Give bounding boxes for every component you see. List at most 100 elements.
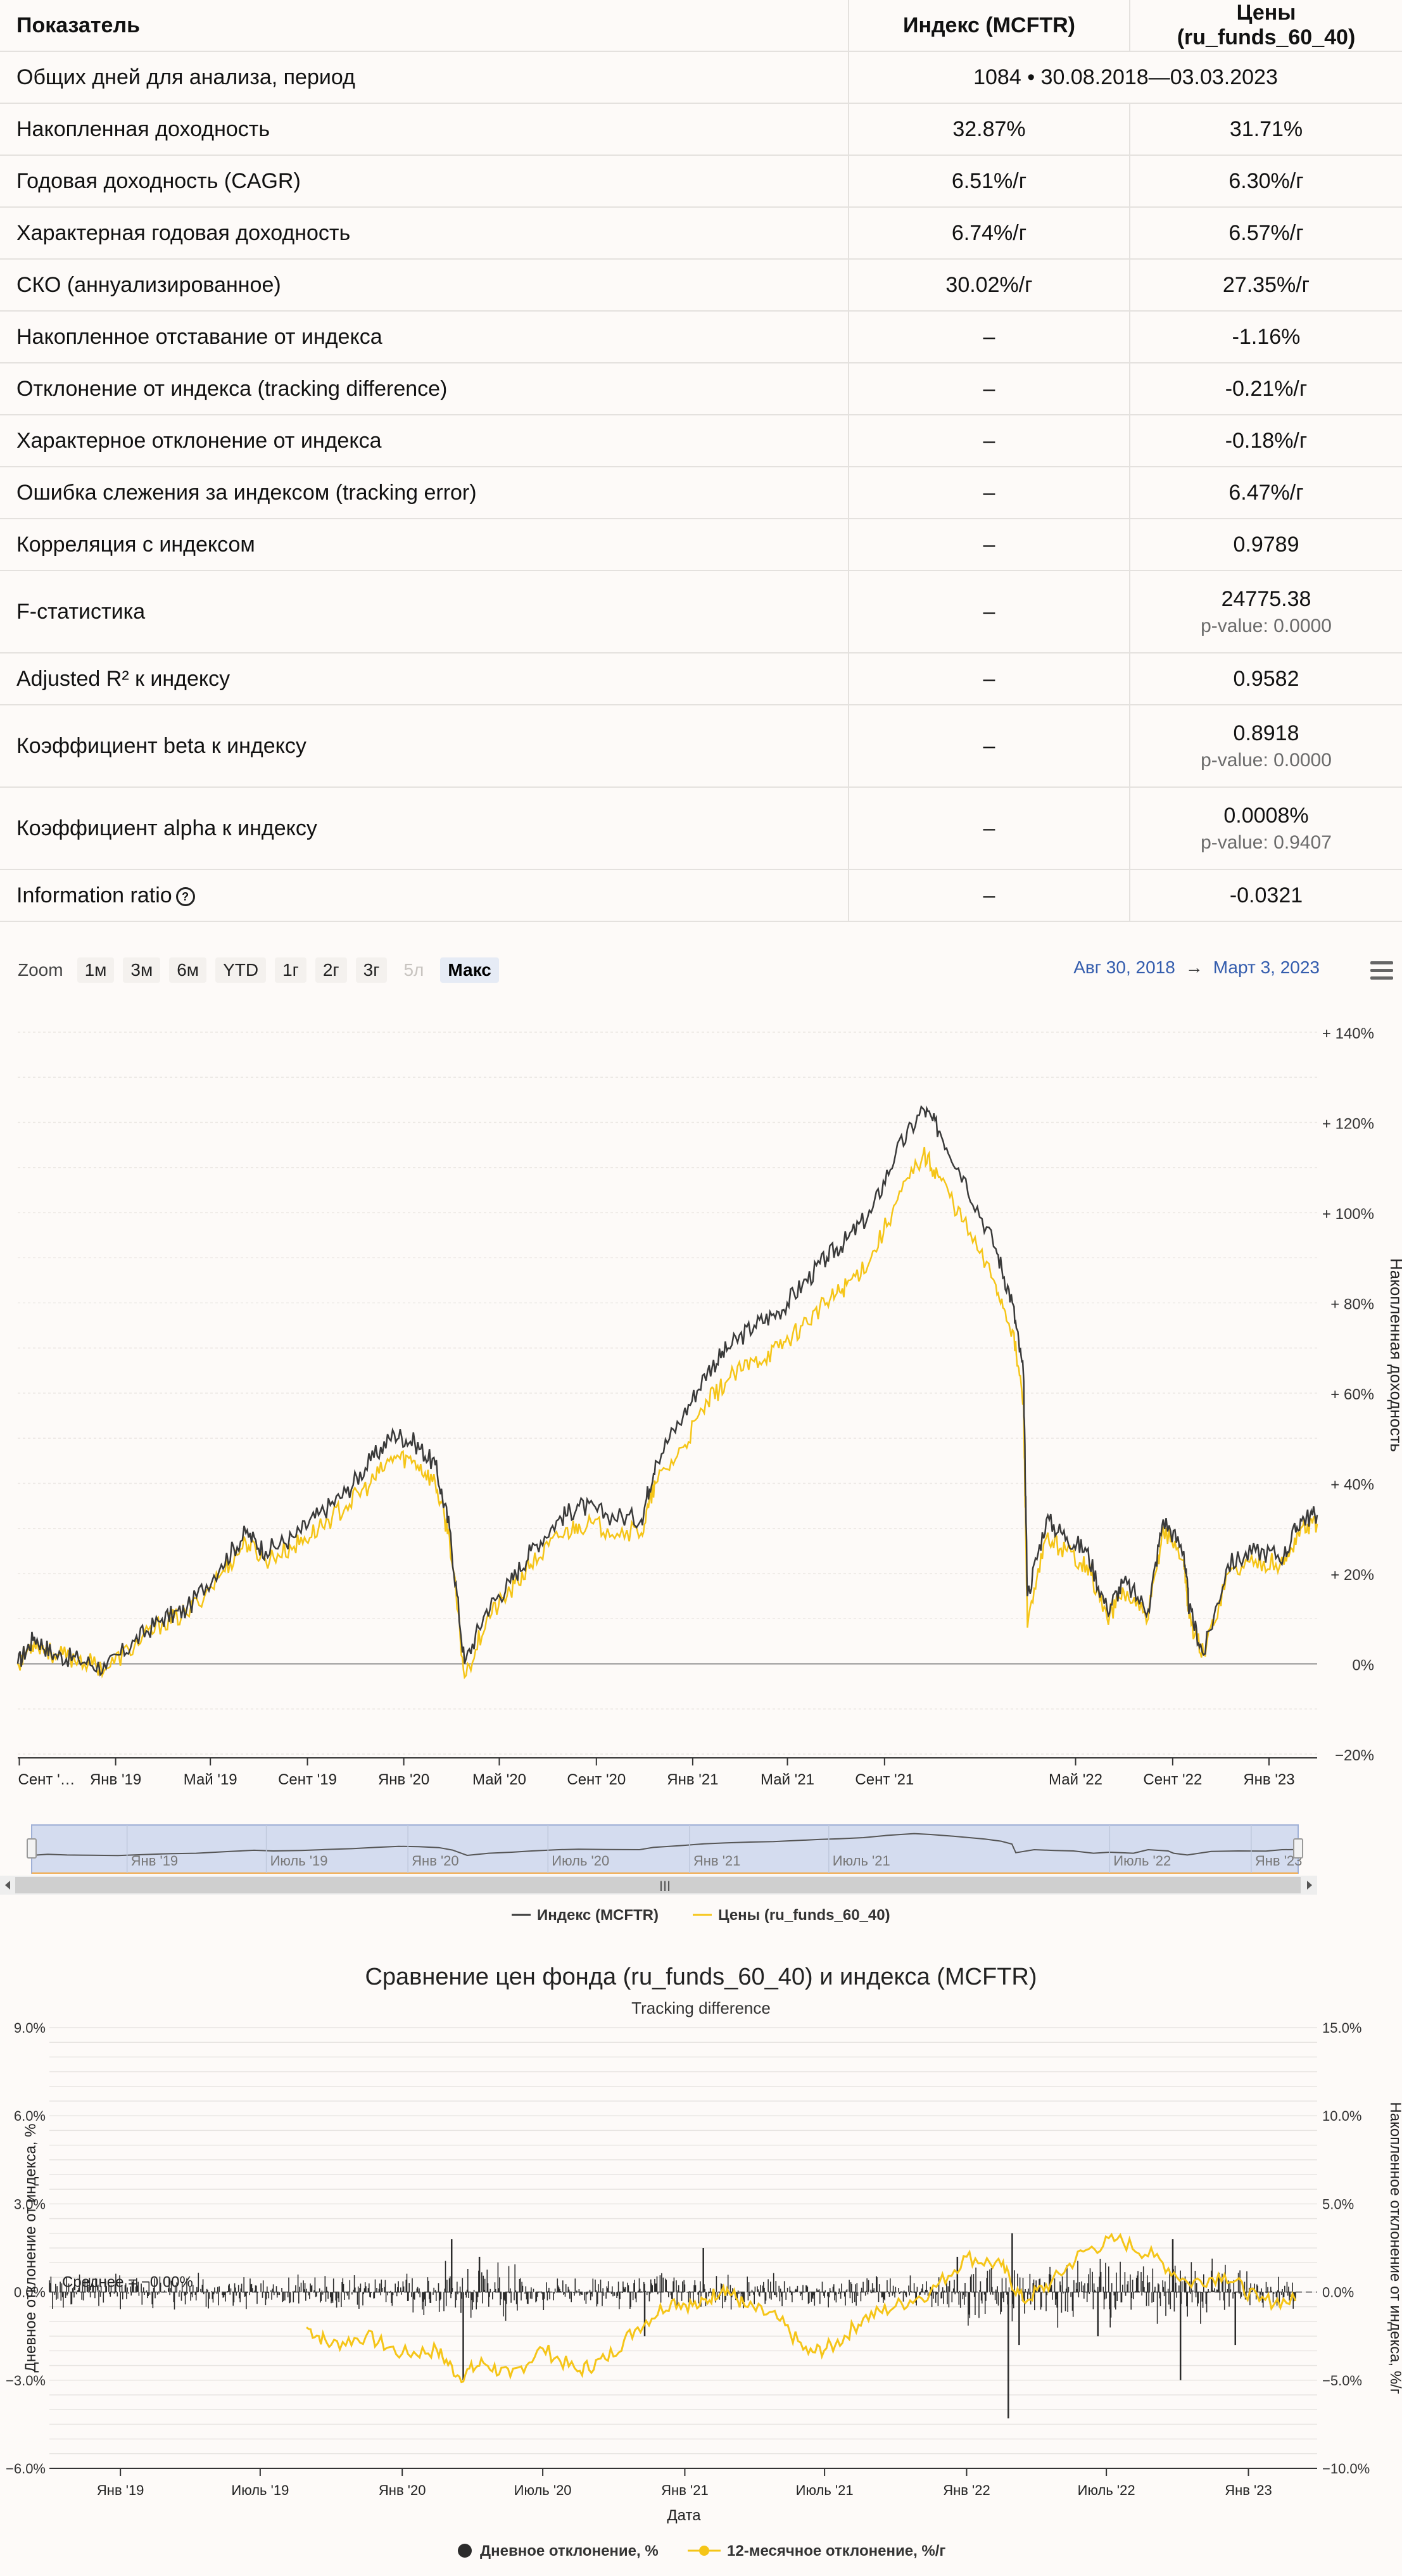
y-right-tick-label: 5.0%: [1322, 2196, 1354, 2212]
x-tick-label: Май '20: [472, 1771, 526, 1788]
y-right-tick-label: 10.0%: [1322, 2108, 1361, 2124]
index-value: –: [848, 311, 1130, 363]
legend-fund-label[interactable]: Цены (ru_funds_60_40): [718, 1907, 890, 1924]
x-tick-label: Сент '…: [18, 1771, 75, 1788]
navigator-label: Июль '21: [833, 1853, 890, 1869]
rolling-deviation-line: [306, 2232, 1297, 2383]
range-from-input[interactable]: Авг 30, 2018: [1073, 957, 1175, 977]
row-label-text: Коэффициент beta к индексу: [16, 733, 306, 758]
x-tick-label: Сент '22: [1143, 1771, 1202, 1788]
tracking-difference-chart: Сравнение цен фонда (ru_funds_60_40) и и…: [6, 1964, 1402, 2560]
table-row: Накопленное отставание от индекса – -1.16%: [0, 311, 1402, 363]
table-header-row: Показатель Индекс (MCFTR) Цены (ru_funds…: [0, 0, 1402, 52]
x-tick-label: Янв '22: [943, 2482, 990, 2498]
index-value: –: [848, 519, 1130, 571]
row-label: Корреляция с индексом: [0, 519, 849, 571]
fund-value: 6.30%/г: [1129, 155, 1402, 208]
fund-value-text: 24775.38: [1221, 586, 1311, 611]
fund-value: 0.9582: [1129, 653, 1402, 705]
x-tick-label: Янв '21: [661, 2482, 709, 2498]
fund-value-text: 0.9582: [1233, 666, 1299, 691]
index-value: –: [848, 363, 1130, 415]
legend-index-label[interactable]: Индекс (MCFTR): [537, 1907, 659, 1924]
scrollbar-grip-label: III: [659, 1878, 671, 1894]
fund-value: 31.71%: [1129, 103, 1402, 156]
table-row: Характерное отклонение от индекса – -0.18%…: [0, 415, 1402, 467]
fund-value-text: 6.47%/г: [1228, 480, 1304, 505]
zoom-button[interactable]: Макс: [440, 957, 499, 983]
y-left-axis-title: Дневное отклонение от индекса, %: [22, 2124, 39, 2373]
index-value: –: [848, 653, 1130, 705]
index-value: 32.87%: [848, 103, 1130, 156]
x-tick-label: Янв '20: [378, 1771, 429, 1788]
row-label: Information ratio?: [0, 869, 849, 922]
index-value: –: [848, 571, 1130, 653]
row-label-text: Характерная годовая доходность: [16, 220, 351, 245]
scrollbar-thumb[interactable]: [15, 1877, 1301, 1893]
y-tick-label: + 140%: [1322, 1025, 1374, 1042]
p-value-text: p-value: 0.0000: [1201, 749, 1332, 771]
legend-rolling-label[interactable]: 12-месячное отклонение, %/г: [727, 2542, 945, 2560]
fund-value-text: 31.71%: [1229, 117, 1303, 141]
fund-value: 0.9789: [1129, 519, 1402, 571]
row-label: Накопленное отставание от индекса: [0, 311, 849, 363]
index-value: –: [848, 415, 1130, 467]
header-fund: Цены (ru_funds_60_40): [1129, 0, 1402, 52]
zoom-button[interactable]: 1г: [275, 957, 306, 983]
x-tick-label: Янв '23: [1225, 2482, 1272, 2498]
p-value-text: p-value: 0.9407: [1201, 831, 1332, 853]
navigator-left-handle[interactable]: [27, 1838, 37, 1859]
fund-value: 6.57%/г: [1129, 207, 1402, 260]
chart-subtitle: Tracking difference: [631, 1998, 771, 2017]
range-to-input[interactable]: Март 3, 2023: [1213, 957, 1320, 977]
row-label: Adjusted R² к индексу: [0, 653, 849, 705]
zoom-button[interactable]: 3г: [355, 957, 388, 983]
question-circle-icon[interactable]: ?: [175, 887, 195, 906]
zoom-button[interactable]: YTD: [215, 957, 267, 983]
x-tick-label: Янв '19: [90, 1771, 141, 1788]
navigator-label: Янв '21: [693, 1853, 741, 1869]
header-metric: Показатель: [0, 0, 849, 52]
fund-value-text: 6.57%/г: [1228, 220, 1304, 245]
chart-title: Сравнение цен фонда (ru_funds_60_40) и и…: [365, 1964, 1037, 1990]
navigator-window: [31, 1824, 1299, 1874]
y-tick-label: + 80%: [1330, 1296, 1374, 1313]
zoom-button[interactable]: 3м: [123, 957, 161, 983]
x-tick-label: Сент '19: [278, 1771, 337, 1788]
page: Показатель Индекс (MCFTR) Цены (ru_funds…: [0, 0, 1402, 2576]
zoom-button[interactable]: 2г: [315, 957, 347, 983]
navigator-right-handle[interactable]: [1293, 1838, 1303, 1859]
navigator-label: Янв '20: [412, 1853, 459, 1869]
row-label-text: СКО (аннуализированное): [16, 272, 281, 297]
range-arrow: →: [1185, 957, 1203, 977]
y-tick-label: + 100%: [1322, 1206, 1374, 1223]
row-label-text: Отклонение от индекса (tracking differen…: [16, 376, 448, 401]
navigator-label: Июль '19: [270, 1853, 328, 1869]
row-label-text: Корреляция с индексом: [16, 532, 255, 557]
y-tick-label: + 20%: [1330, 1567, 1374, 1584]
row-label: Характерное отклонение от индекса: [0, 415, 849, 467]
legend-daily-marker: [458, 2544, 472, 2558]
zoom-button[interactable]: 6м: [169, 957, 207, 983]
navigator-label: Июль '22: [1113, 1853, 1171, 1869]
x-tick-label: Май '19: [184, 1771, 237, 1788]
legend-daily-label[interactable]: Дневное отклонение, %: [480, 2542, 659, 2560]
date-range: Авг 30, 2018 → Март 3, 2023: [1073, 957, 1320, 978]
y-left-tick-label: 9.0%: [14, 2020, 46, 2036]
table-row: Ошибка слежения за индексом (tracking er…: [0, 467, 1402, 519]
x-tick-label: Июль '19: [231, 2482, 289, 2498]
index-value: –: [848, 869, 1130, 922]
row-label: Коэффициент beta к индексу: [0, 705, 849, 788]
hamburger-menu-icon[interactable]: [1370, 961, 1393, 980]
fund-value-text: 0.9789: [1233, 532, 1299, 557]
fund-value-text: 0.0008%: [1223, 803, 1309, 828]
fund-value: 24775.38 p-value: 0.0000: [1129, 571, 1402, 653]
zoom-button[interactable]: 1м: [77, 957, 115, 983]
x-tick-label: Июль '22: [1078, 2482, 1135, 2498]
fund-value-text: 0.8918: [1233, 721, 1299, 745]
x-axis-title: Дата: [667, 2507, 701, 2524]
table-row: Накопленная доходность 32.87% 31.71%: [0, 103, 1402, 156]
table-row: Adjusted R² к индексу – 0.9582: [0, 653, 1402, 705]
fund-value-text: 6.30%/г: [1228, 168, 1304, 193]
y-right-tick-label: 15.0%: [1322, 2020, 1361, 2036]
